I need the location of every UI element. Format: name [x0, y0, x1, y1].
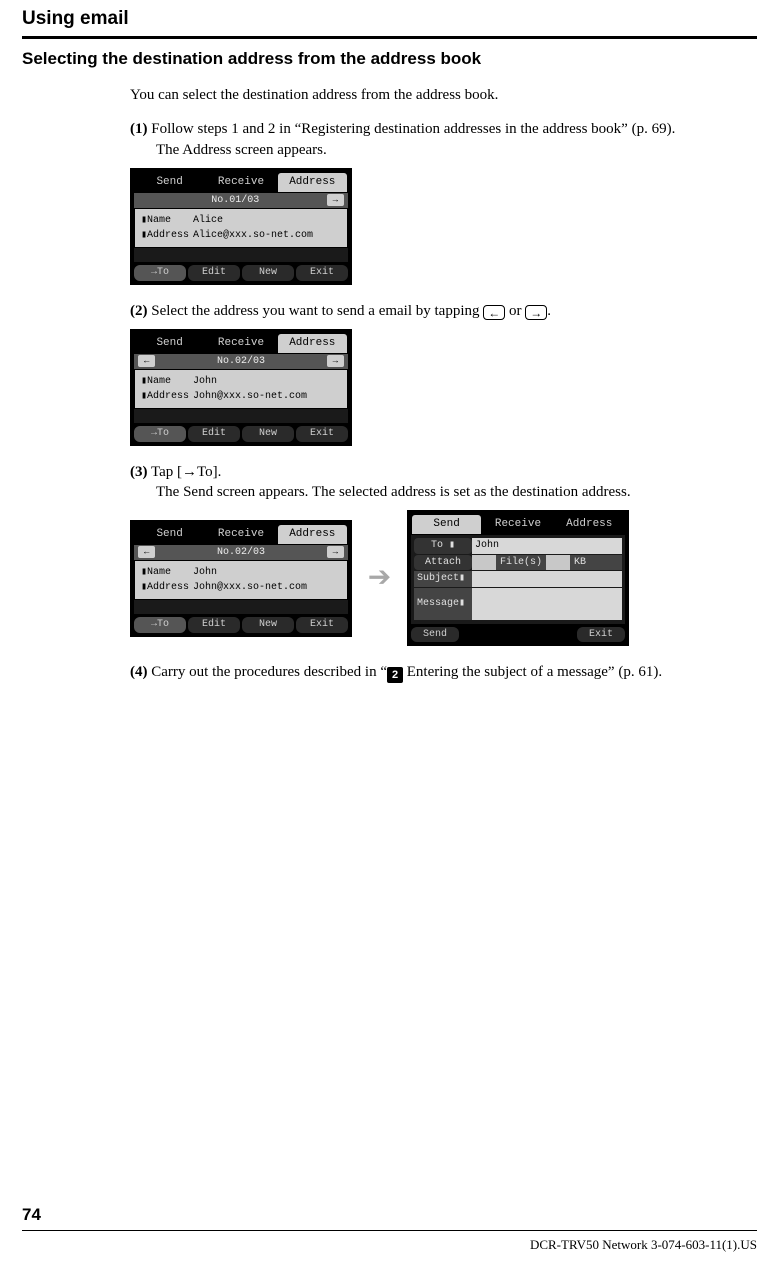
subject-field[interactable]	[472, 571, 622, 587]
tab-address[interactable]: Address	[277, 333, 348, 354]
kb-label: KB	[570, 555, 622, 571]
page-number: 74	[22, 1205, 41, 1225]
attach-size	[546, 555, 570, 571]
new-button[interactable]: New	[242, 426, 294, 442]
new-button[interactable]: New	[242, 265, 294, 281]
exit-button[interactable]: Exit	[296, 617, 348, 633]
figure-address-to-send: Send Receive Address ← No.02/03 → ▮NameJ…	[130, 510, 757, 646]
to-button[interactable]: →To	[134, 426, 186, 442]
footer-document-id: DCR-TRV50 Network 3-074-603-11(1).US	[530, 1237, 757, 1253]
text-frag: Select the address you want to send a em…	[151, 303, 483, 319]
step-subtext: The Address screen appears.	[156, 140, 757, 160]
step-number: (3)	[130, 462, 148, 482]
to-field-button[interactable]: To ▮	[414, 538, 472, 554]
tab-send[interactable]: Send	[134, 524, 205, 545]
edit-button[interactable]: Edit	[188, 265, 240, 281]
intro-paragraph: You can select the destination address f…	[130, 85, 757, 105]
right-arrow-icon: →	[525, 305, 547, 320]
tab-receive[interactable]: Receive	[205, 172, 276, 193]
next-arrow-icon[interactable]: →	[327, 194, 344, 206]
tab-address[interactable]: Address	[277, 524, 348, 545]
value-address: John@xxx.so-net.com	[193, 391, 307, 402]
exit-button[interactable]: Exit	[577, 627, 625, 643]
step-1: (1) Follow steps 1 and 2 in “Registering…	[130, 119, 757, 160]
value-name: Alice	[193, 215, 223, 226]
record-counter: No.02/03	[217, 546, 265, 560]
attach-button[interactable]: Attach	[414, 555, 472, 571]
prev-arrow-icon[interactable]: ←	[138, 355, 155, 367]
tab-send[interactable]: Send	[134, 172, 205, 193]
step-text: Tap [→To].	[151, 464, 221, 480]
step-subtext: The Send screen appears. The selected ad…	[156, 482, 757, 502]
subject-label: Subject▮	[414, 571, 472, 587]
step-4: (4) Carry out the procedures described i…	[130, 662, 757, 683]
value-address: John@xxx.so-net.com	[193, 582, 307, 593]
tab-receive[interactable]: Receive	[205, 524, 276, 545]
footer-rule	[22, 1230, 757, 1231]
text-frag: Entering the subject of a message” (p. 6…	[403, 664, 662, 680]
badge-2-icon: 2	[387, 667, 403, 683]
figure-address-2: Send Receive Address ← No.02/03 → ▮NameJ…	[130, 329, 757, 446]
next-arrow-icon[interactable]: →	[327, 546, 344, 558]
spacer	[138, 194, 144, 208]
chapter-title: Using email	[22, 8, 757, 30]
value-address: Alice@xxx.so-net.com	[193, 230, 313, 241]
exit-button[interactable]: Exit	[296, 426, 348, 442]
step-3: (3) Tap [→To]. The Send screen appears. …	[130, 462, 757, 503]
message-field[interactable]	[472, 588, 622, 620]
tab-address[interactable]: Address	[277, 172, 348, 193]
tab-receive[interactable]: Receive	[205, 333, 276, 354]
transition-arrow-icon: ➔	[368, 559, 391, 597]
label-name: ▮Name	[141, 213, 193, 228]
value-name: John	[193, 567, 217, 578]
record-counter: No.02/03	[217, 355, 265, 369]
figure-address-1: Send Receive Address No.01/03 → ▮NameAli…	[130, 168, 757, 285]
step-text: Follow steps 1 and 2 in “Registering des…	[151, 121, 675, 137]
next-arrow-icon[interactable]: →	[327, 355, 344, 367]
tab-send[interactable]: Send	[411, 514, 482, 535]
files-label: File(s)	[496, 555, 546, 571]
message-label: Message▮	[414, 588, 472, 620]
tab-address[interactable]: Address	[554, 514, 625, 535]
step-text: Select the address you want to send a em…	[151, 303, 551, 319]
label-address: ▮Address	[141, 228, 193, 243]
step-text: Carry out the procedures described in “2…	[151, 664, 662, 680]
record-counter: No.01/03	[211, 194, 259, 208]
label-address: ▮Address	[141, 389, 193, 404]
new-button[interactable]: New	[242, 617, 294, 633]
text-frag: Carry out the procedures described in “	[151, 664, 387, 680]
step-2: (2) Select the address you want to send …	[130, 301, 757, 321]
to-field-value[interactable]: John	[472, 538, 622, 554]
step-number: (4)	[130, 662, 148, 682]
attach-count	[472, 555, 496, 571]
label-address: ▮Address	[141, 580, 193, 595]
tab-send[interactable]: Send	[134, 333, 205, 354]
edit-button[interactable]: Edit	[188, 617, 240, 633]
text-frag: or	[505, 303, 525, 319]
label-name: ▮Name	[141, 565, 193, 580]
value-name: John	[193, 376, 217, 387]
prev-arrow-icon[interactable]: ←	[138, 546, 155, 558]
label-name: ▮Name	[141, 374, 193, 389]
step-number: (2)	[130, 301, 148, 321]
section-title: Selecting the destination address from t…	[22, 49, 757, 69]
to-button[interactable]: →To	[134, 265, 186, 281]
text-frag: .	[547, 303, 551, 319]
send-button[interactable]: Send	[411, 627, 459, 643]
to-button[interactable]: →To	[134, 617, 186, 633]
step-number: (1)	[130, 119, 148, 139]
tab-receive[interactable]: Receive	[482, 514, 553, 535]
horizontal-rule	[22, 36, 757, 39]
edit-button[interactable]: Edit	[188, 426, 240, 442]
exit-button[interactable]: Exit	[296, 265, 348, 281]
left-arrow-icon: ←	[483, 305, 505, 320]
